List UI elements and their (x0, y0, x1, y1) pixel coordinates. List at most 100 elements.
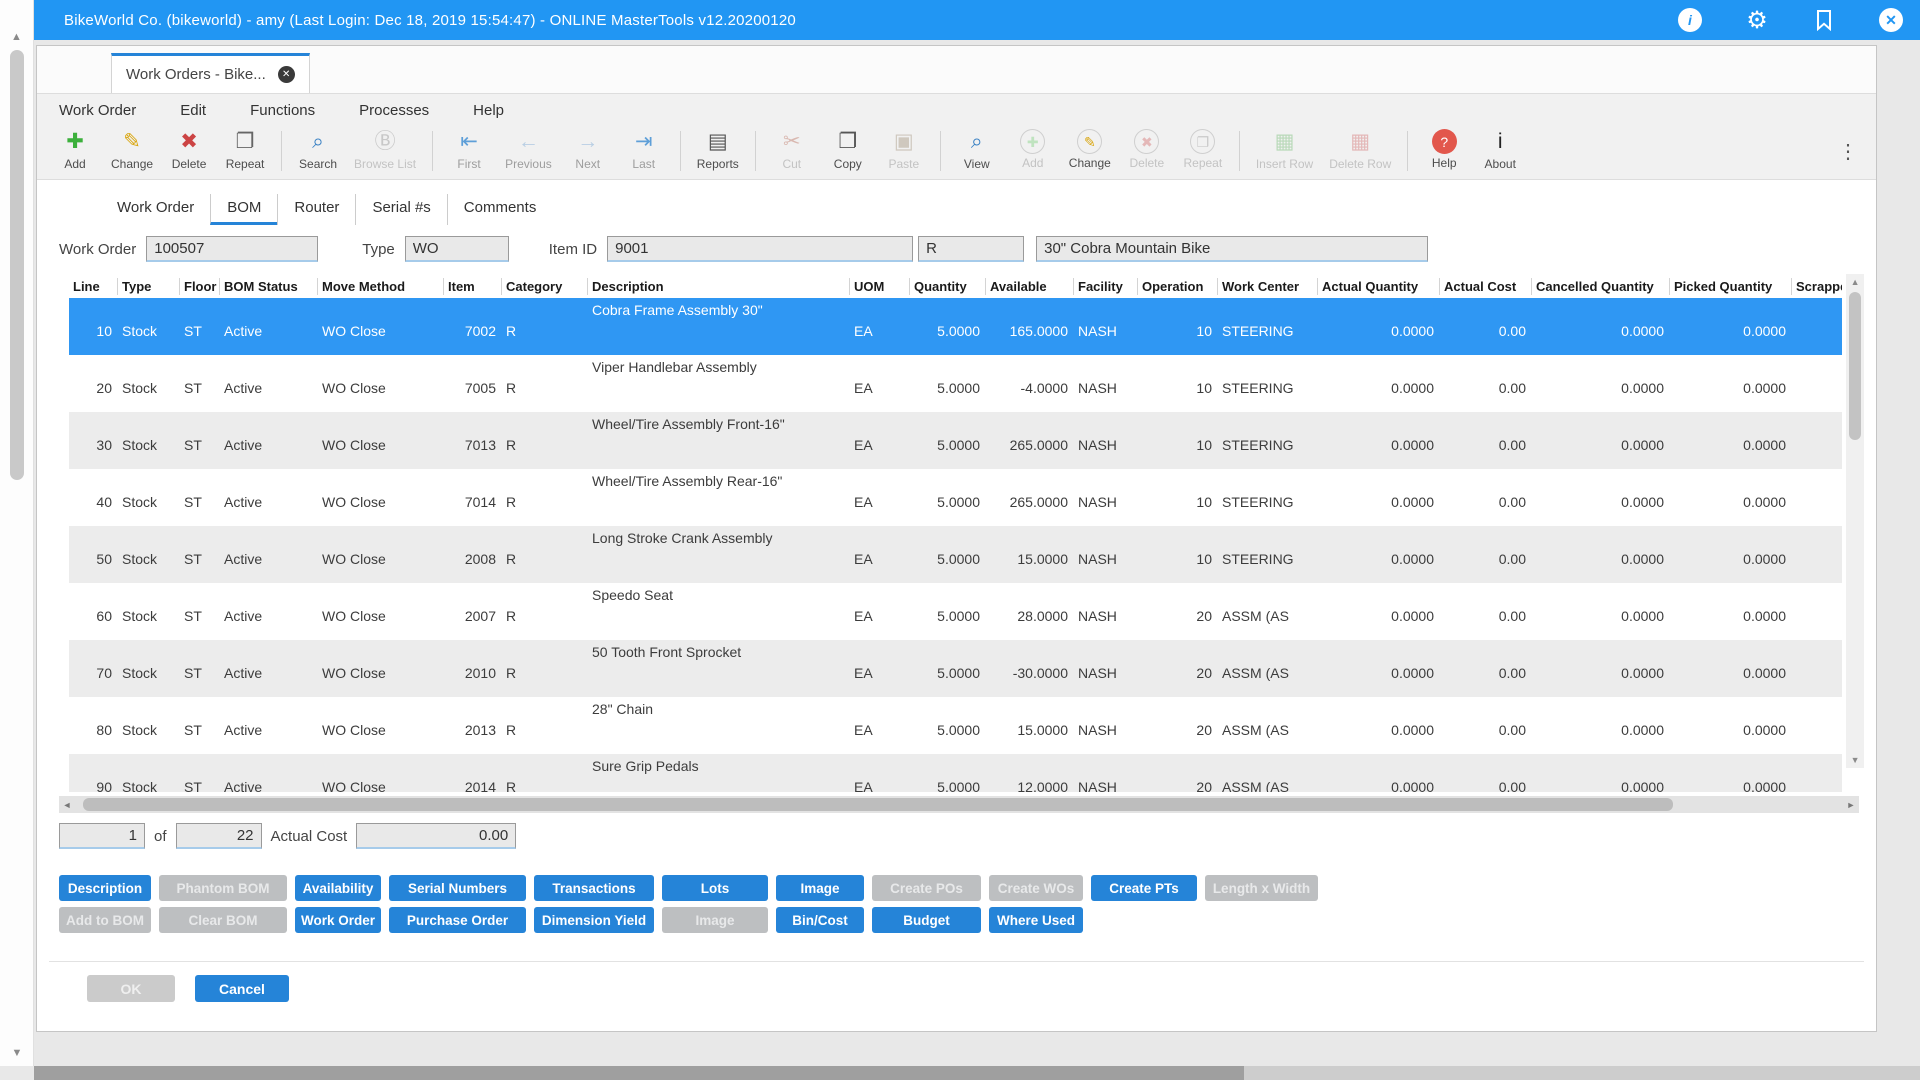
scroll-down-icon[interactable]: ▼ (0, 1042, 34, 1064)
scroll-right-icon[interactable]: ► (1843, 800, 1859, 810)
help-button[interactable]: ?Help (1416, 127, 1472, 173)
table-row[interactable]: 90StockSTActiveWO Close2014RSure Grip Pe… (69, 754, 1842, 792)
column-header-type[interactable]: Type (117, 278, 179, 295)
tab-work-order[interactable]: Work Order (101, 194, 210, 225)
budget-button[interactable]: Budget (872, 907, 981, 933)
menu-edit[interactable]: Edit (180, 102, 206, 119)
tab-router[interactable]: Router (277, 194, 355, 225)
scrollbar-thumb[interactable] (83, 798, 1673, 811)
description-cell: Sure Grip Pedals (587, 754, 849, 792)
tab-serial-s[interactable]: Serial #s (355, 194, 446, 225)
bin-cost-button[interactable]: Bin/Cost (776, 907, 864, 933)
item-category-input[interactable] (918, 236, 1024, 262)
column-header-bom_status[interactable]: BOM Status (219, 278, 317, 295)
column-header-floor[interactable]: Floor (179, 278, 219, 295)
scroll-down-icon[interactable]: ▼ (1846, 752, 1864, 768)
column-header-item[interactable]: Item (443, 278, 501, 295)
scroll-up-icon[interactable]: ▲ (0, 26, 33, 48)
table-row[interactable]: 30StockSTActiveWO Close7013RWheel/Tire A… (69, 412, 1842, 469)
item-description-input[interactable] (1036, 236, 1428, 262)
document-tab[interactable]: Work Orders - Bike... ✕ (111, 53, 310, 93)
overflow-menu-icon[interactable]: ⋮ (1838, 127, 1866, 164)
image-button[interactable]: Image (776, 875, 864, 901)
table-vertical-scrollbar[interactable]: ▲ ▼ (1846, 274, 1864, 768)
table-row[interactable]: 40StockSTActiveWO Close7014RWheel/Tire A… (69, 469, 1842, 526)
column-header-cancelled_quantity[interactable]: Cancelled Quantity (1531, 278, 1669, 295)
column-header-picked_quantity[interactable]: Picked Quantity (1669, 278, 1791, 295)
transactions-button[interactable]: Transactions (534, 875, 654, 901)
work-order-button[interactable]: Work Order (295, 907, 381, 933)
add-button[interactable]: ✚Add (47, 127, 103, 173)
scrollbar-thumb[interactable] (10, 50, 24, 480)
reports-button[interactable]: ▤Reports (689, 127, 747, 173)
column-header-work_center[interactable]: Work Center (1217, 278, 1317, 295)
table-horizontal-scrollbar[interactable]: ◄ ► (59, 796, 1859, 813)
table-row[interactable]: 60StockSTActiveWO Close2007RSpeedo SeatE… (69, 583, 1842, 640)
about-button[interactable]: iAbout (1472, 127, 1528, 173)
tab-bom[interactable]: BOM (210, 194, 277, 225)
last-button[interactable]: ⇥Last (616, 127, 672, 173)
scrollbar-thumb[interactable] (1849, 292, 1861, 440)
tab-close-icon[interactable]: ✕ (278, 66, 295, 83)
column-header-actual_cost[interactable]: Actual Cost (1439, 278, 1531, 295)
column-header-description[interactable]: Description (587, 278, 849, 295)
page-horizontal-scrollbar[interactable] (34, 1066, 1920, 1080)
purchase-order-button[interactable]: Purchase Order (389, 907, 526, 933)
create-pts-button[interactable]: Create PTs (1091, 875, 1197, 901)
current-line-input[interactable] (59, 823, 145, 849)
item-id-input[interactable] (607, 236, 913, 262)
search-button[interactable]: ⌕Search (290, 127, 346, 173)
actual-cost-input[interactable] (356, 823, 516, 849)
table-row[interactable]: 70StockSTActiveWO Close2010R50 Tooth Fro… (69, 640, 1842, 697)
close-icon[interactable]: ✕ (1878, 7, 1904, 33)
menu-work-order[interactable]: Work Order (59, 102, 136, 119)
description-button[interactable]: Description (59, 875, 151, 901)
repeat-row-icon: ❐ (1190, 129, 1215, 154)
scroll-left-icon[interactable]: ◄ (59, 800, 75, 810)
toolbar-label: Change (1069, 156, 1111, 170)
page-vertical-scrollbar[interactable]: ▲ ▼ (0, 0, 34, 1066)
facility-cell: NASH (1073, 469, 1137, 526)
type-input[interactable] (405, 236, 509, 262)
first-button[interactable]: ⇤First (441, 127, 497, 173)
toolbar-label: Repeat (226, 157, 265, 171)
bookmark-icon[interactable] (1811, 7, 1837, 33)
table-row[interactable]: 10StockSTActiveWO Close7002RCobra Frame … (69, 298, 1842, 355)
info-icon[interactable]: i (1677, 7, 1703, 33)
menu-help[interactable]: Help (473, 102, 504, 119)
tab-comments[interactable]: Comments (447, 194, 553, 225)
change-button[interactable]: ✎Change (103, 127, 161, 173)
total-lines-input[interactable] (176, 823, 262, 849)
lots-button[interactable]: Lots (662, 875, 768, 901)
column-header-quantity[interactable]: Quantity (909, 278, 985, 295)
availability-button[interactable]: Availability (295, 875, 381, 901)
repeat-button[interactable]: ❐Repeat (217, 127, 273, 173)
description-cell: 28" Chain (587, 697, 849, 754)
work-order-input[interactable] (146, 236, 318, 262)
cancel-button[interactable]: Cancel (195, 975, 289, 1002)
column-header-available[interactable]: Available (985, 278, 1073, 295)
view-button[interactable]: ⌕View (949, 127, 1005, 173)
menu-processes[interactable]: Processes (359, 102, 429, 119)
scroll-up-icon[interactable]: ▲ (1846, 274, 1864, 290)
change-row-button[interactable]: ✎Change (1061, 127, 1119, 173)
column-header-facility[interactable]: Facility (1073, 278, 1137, 295)
delete-button[interactable]: ✖Delete (161, 127, 217, 173)
column-header-scrapped_quantity[interactable]: Scrapped Qu (1791, 278, 1842, 295)
scrollbar-thumb[interactable] (34, 1066, 1244, 1080)
menu-functions[interactable]: Functions (250, 102, 315, 119)
column-header-category[interactable]: Category (501, 278, 587, 295)
column-header-uom[interactable]: UOM (849, 278, 909, 295)
column-header-move_method[interactable]: Move Method (317, 278, 443, 295)
dimension-yield-button[interactable]: Dimension Yield (534, 907, 654, 933)
table-row[interactable]: 50StockSTActiveWO Close2008RLong Stroke … (69, 526, 1842, 583)
column-header-line[interactable]: Line (69, 278, 117, 295)
copy-button[interactable]: ❐Copy (820, 127, 876, 173)
column-header-actual_quantity[interactable]: Actual Quantity (1317, 278, 1439, 295)
settings-gear-icon[interactable]: ⚙ (1744, 7, 1770, 33)
serial-numbers-button[interactable]: Serial Numbers (389, 875, 526, 901)
table-row[interactable]: 80StockSTActiveWO Close2013R28" ChainEA5… (69, 697, 1842, 754)
where-used-button[interactable]: Where Used (989, 907, 1083, 933)
column-header-operation[interactable]: Operation (1137, 278, 1217, 295)
table-row[interactable]: 20StockSTActiveWO Close7005RViper Handle… (69, 355, 1842, 412)
